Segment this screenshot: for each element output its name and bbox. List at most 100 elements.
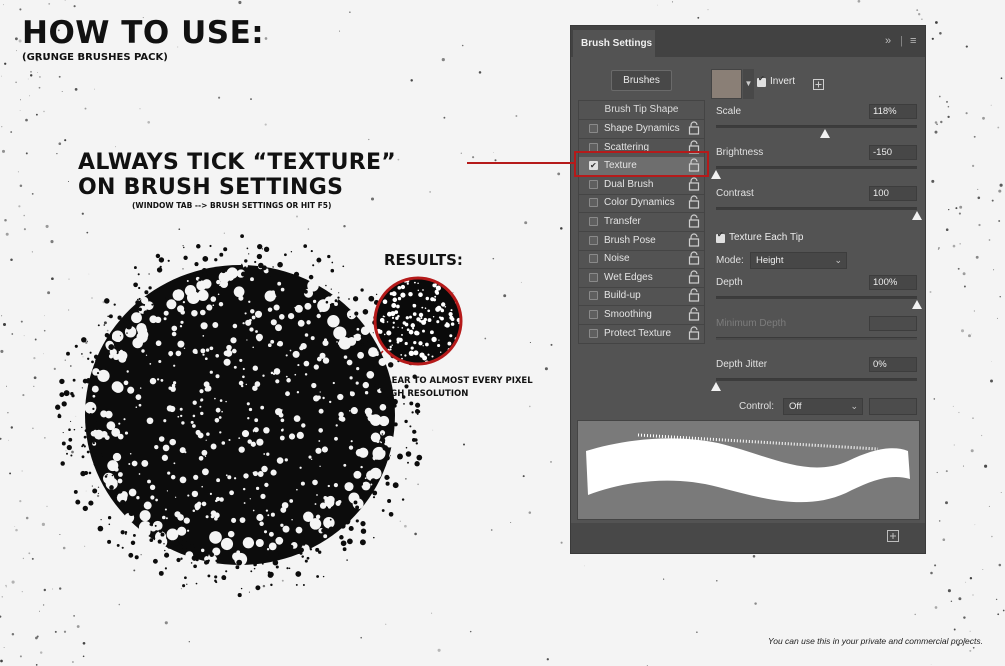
create-new-preset-icon[interactable] (813, 79, 824, 90)
option-label: Protect Texture (604, 327, 672, 339)
mode-select[interactable]: Height ⌄ (750, 252, 847, 269)
brush-options-list: Brush Tip Shape Shape Dynamics Scattering… (578, 100, 705, 344)
depth-jitter-label: Depth Jitter (716, 359, 768, 370)
option-noise[interactable]: Noise (579, 250, 704, 268)
minimum-depth-field (869, 316, 917, 331)
option-dual-brush[interactable]: Dual Brush (579, 176, 704, 194)
brightness-label: Brightness (716, 147, 764, 158)
option-checkbox[interactable] (589, 328, 598, 338)
contrast-label: Contrast (716, 188, 754, 199)
option-smoothing[interactable]: Smoothing (579, 306, 704, 324)
lock-icon[interactable] (688, 270, 700, 284)
option-label: Brush Pose (604, 234, 656, 246)
footer-note: You can use this in your private and com… (768, 636, 983, 646)
lock-icon[interactable] (688, 326, 700, 340)
page-subtitle: (GRUNGE BRUSHES PACK) (22, 52, 168, 63)
contrast-slider-track[interactable] (716, 207, 917, 210)
depth-slider-thumb[interactable] (912, 300, 922, 309)
brightness-slider-track[interactable] (716, 166, 917, 169)
texture-highlight-box (574, 151, 709, 177)
texture-each-tip-checkbox[interactable] (716, 230, 725, 243)
control-label: Control: (739, 401, 775, 412)
brightness-field[interactable]: -150 (869, 145, 917, 160)
brush-stroke-shape (586, 433, 910, 503)
divider: | (900, 35, 903, 47)
texture-pattern-swatch[interactable] (711, 69, 742, 99)
chevron-down-icon: ⌄ (850, 401, 858, 411)
option-checkbox[interactable] (589, 235, 598, 245)
chevron-down-icon: ⌄ (834, 255, 842, 265)
lock-icon[interactable] (688, 214, 700, 228)
mode-value: Height (756, 255, 784, 266)
option-label: Wet Edges (604, 271, 653, 283)
contrast-slider-thumb[interactable] (912, 211, 922, 220)
brush-settings-panel: Brush Settings » | ≡ Brushes Brush Tip S… (570, 25, 926, 554)
control-extra-field (869, 398, 917, 415)
option-checkbox[interactable] (589, 310, 598, 319)
option-checkbox[interactable] (589, 272, 598, 282)
scale-label: Scale (716, 106, 742, 117)
invert-label: Invert (770, 76, 796, 87)
control-select[interactable]: Off ⌄ (783, 398, 863, 415)
option-checkbox[interactable] (589, 124, 598, 133)
texture-each-tip-label: Texture Each Tip (729, 232, 804, 243)
invert-checkbox[interactable] (757, 74, 766, 87)
lock-icon[interactable] (688, 251, 700, 265)
scale-field[interactable]: 118% (869, 104, 917, 119)
minimum-depth-label: Minimum Depth (716, 318, 787, 329)
option-color-dynamics[interactable]: Color Dynamics (579, 194, 704, 212)
lock-icon[interactable] (688, 121, 700, 135)
option-label: Transfer (604, 216, 641, 227)
brushes-button[interactable]: Brushes (611, 70, 672, 91)
result-note-resolution: HIGH RESOLUTION (380, 389, 469, 399)
option-label: Shape Dynamics (604, 123, 680, 134)
mode-label: Mode: (716, 255, 744, 266)
depth-slider-track[interactable] (716, 296, 917, 299)
depth-field[interactable]: 100% (869, 275, 917, 290)
option-checkbox[interactable] (589, 217, 598, 226)
scale-slider-thumb[interactable] (819, 129, 830, 138)
brightness-slider-thumb[interactable] (711, 170, 721, 179)
lock-icon[interactable] (688, 288, 700, 302)
contrast-field[interactable]: 100 (869, 186, 917, 201)
option-protect-texture[interactable]: Protect Texture (579, 325, 704, 343)
option-transfer[interactable]: Transfer (579, 213, 704, 231)
instruction-line-1: ALWAYS TICK “TEXTURE” (78, 150, 397, 175)
lock-icon[interactable] (688, 195, 700, 209)
control-value: Off (789, 401, 802, 412)
option-label: Build-up (604, 290, 641, 302)
depth-jitter-field[interactable]: 0% (869, 357, 917, 372)
panel-header: Brush Settings » | ≡ (571, 26, 925, 57)
brush-stroke-preview (577, 420, 920, 520)
lock-icon[interactable] (688, 307, 700, 321)
option-checkbox[interactable] (589, 291, 598, 301)
results-label: RESULTS: (384, 251, 463, 269)
option-label: Smoothing (604, 309, 652, 320)
depth-jitter-slider-thumb[interactable] (711, 382, 721, 391)
instruction-hint: (WINDOW TAB --> BRUSH SETTINGS OR HIT F5… (132, 201, 332, 210)
option-shape-dynamics[interactable]: Shape Dynamics (579, 120, 704, 138)
scale-slider-track[interactable] (716, 125, 917, 128)
minimum-depth-slider-track (716, 337, 917, 340)
hamburger-menu-icon[interactable]: ≡ (910, 35, 916, 47)
instruction-line-2: ON BRUSH SETTINGS (78, 175, 344, 200)
option-wet-edges[interactable]: Wet Edges (579, 269, 704, 287)
option-label: Dual Brush (604, 178, 654, 190)
option-label: Noise (604, 253, 630, 265)
option-label: Color Dynamics (604, 197, 675, 209)
lock-icon[interactable] (688, 233, 700, 247)
tab-brush-settings[interactable]: Brush Settings (573, 30, 655, 57)
create-new-brush-icon[interactable] (887, 530, 899, 542)
option-checkbox[interactable] (589, 198, 598, 208)
page-title: HOW TO USE: (22, 15, 265, 51)
double-chevron-icon[interactable]: » (885, 35, 891, 47)
option-build-up[interactable]: Build-up (579, 287, 704, 305)
lock-icon[interactable] (688, 177, 700, 191)
option-checkbox[interactable] (589, 254, 598, 264)
option-brush-tip-shape[interactable]: Brush Tip Shape (579, 101, 704, 119)
depth-label: Depth (716, 277, 743, 288)
option-checkbox[interactable] (589, 179, 598, 189)
depth-jitter-slider-track[interactable] (716, 378, 917, 381)
option-brush-pose[interactable]: Brush Pose (579, 232, 704, 250)
pattern-dropdown-arrow[interactable]: ▼ (743, 69, 754, 99)
